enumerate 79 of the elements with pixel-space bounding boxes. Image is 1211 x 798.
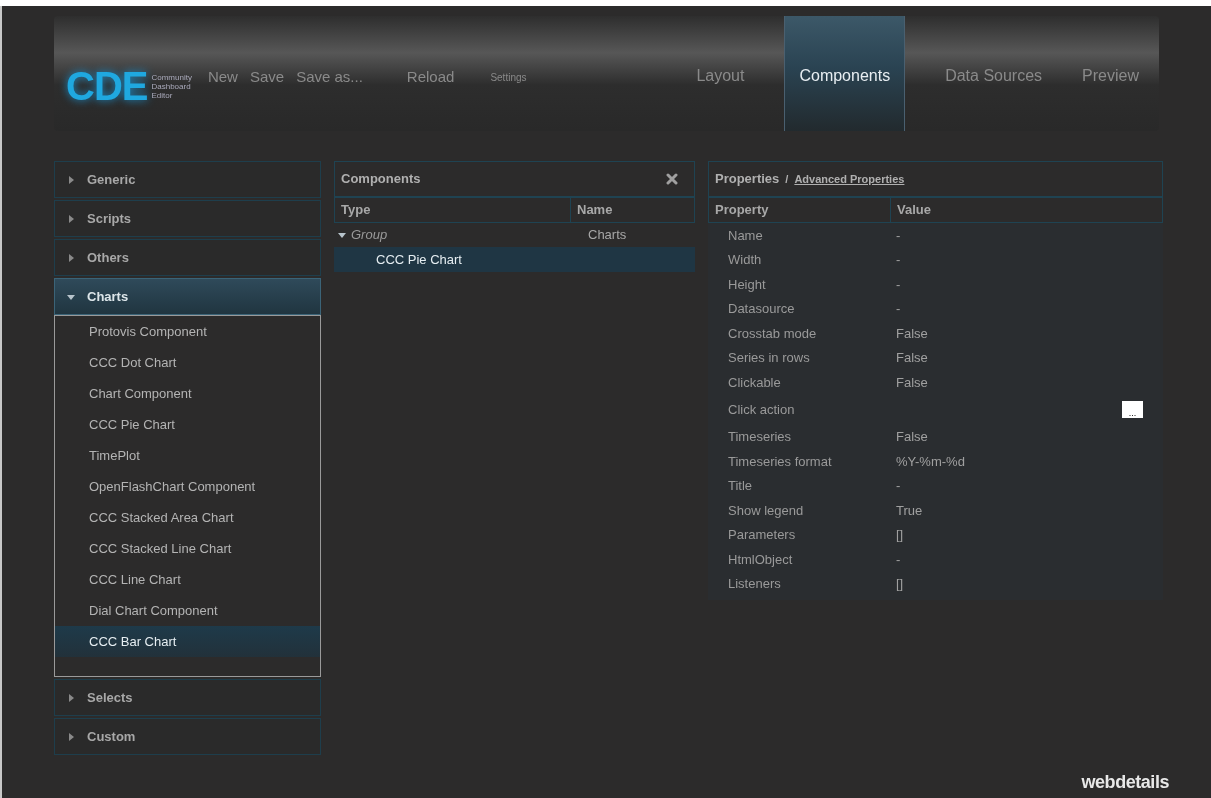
caret-icon [67, 732, 75, 741]
accordion-header[interactable]: Custom [54, 718, 321, 755]
property-name: Datasource [727, 300, 796, 318]
advanced-properties-link[interactable]: Advanced Properties [794, 170, 905, 188]
property-value[interactable]: False [890, 427, 928, 447]
nav-tab[interactable]: Layout [682, 16, 759, 131]
caret-icon [67, 175, 75, 184]
menu-link[interactable]: Reload [406, 66, 455, 89]
column-header: Type [335, 198, 571, 222]
palette-item[interactable]: CCC Dot Chart [55, 347, 320, 378]
property-value[interactable]: - [890, 476, 901, 496]
palette-item[interactable]: TimePlot [55, 440, 320, 471]
nav-tab[interactable]: Data Sources [931, 16, 1057, 131]
menu-link[interactable]: Save as... [296, 66, 363, 89]
property-value[interactable]: - [890, 250, 901, 270]
brand-logo: webdetails [1081, 771, 1169, 794]
palette-item[interactable]: CCC Line Chart [55, 564, 320, 595]
property-name: Series in rows [727, 349, 811, 367]
property-value[interactable]: - [890, 549, 901, 569]
property-name: Name [727, 226, 764, 245]
property-name: Crosstab mode [727, 324, 818, 343]
caret-icon [67, 693, 75, 702]
palette-item[interactable]: Chart Component [55, 378, 320, 409]
property-name: Listeners [727, 575, 782, 593]
property-value[interactable]: False [890, 372, 928, 392]
menu-link[interactable]: Settings [490, 69, 527, 85]
palette-item[interactable]: OpenFlashChart Component [55, 471, 320, 502]
palette-item[interactable]: CCC Bar Chart [55, 626, 320, 657]
accordion-header[interactable]: Generic [54, 161, 321, 198]
property-name: Timeseries [727, 428, 793, 446]
separator: / [785, 171, 789, 187]
property-name: Show legend [727, 501, 805, 520]
accordion-header[interactable]: Others [54, 239, 321, 276]
caret-icon [67, 214, 75, 223]
tree-row[interactable]: Group Charts [334, 223, 695, 247]
property-name: Clickable [727, 373, 782, 392]
property-value[interactable]: - [890, 225, 901, 245]
caret-icon [67, 253, 75, 262]
palette-item[interactable]: Dial Chart Component [55, 595, 320, 626]
caret-icon [67, 292, 75, 301]
tree-type: Group [351, 226, 388, 245]
edit-button[interactable]: ... [1122, 401, 1143, 418]
close-icon[interactable] [666, 173, 678, 185]
property-name: Click action [727, 400, 796, 419]
palette-item[interactable]: CCC Stacked Line Chart [55, 533, 320, 564]
property-value[interactable]: [] [890, 525, 904, 545]
property-value[interactable]: False [890, 323, 928, 343]
property-name: Width [727, 251, 763, 269]
menu-link[interactable]: Save [249, 66, 285, 89]
property-value[interactable]: False [890, 348, 928, 368]
column-header: Value [896, 201, 932, 220]
logo: CDE [66, 66, 148, 106]
logo-caption: Community Dashboard Editor [151, 72, 192, 100]
property-value[interactable]: True [890, 500, 923, 520]
palette-item[interactable]: CCC Stacked Area Chart [55, 502, 320, 533]
property-name: Timeseries format [727, 452, 833, 471]
property-value[interactable]: - [890, 274, 901, 294]
accordion-header[interactable]: Charts [54, 278, 321, 315]
nav-tab[interactable]: Preview [1068, 16, 1153, 131]
column-header: Property [709, 198, 891, 222]
expander-icon [338, 231, 346, 239]
tree-name: Charts [587, 226, 627, 245]
accordion-header[interactable]: Scripts [54, 200, 321, 237]
property-name: Title [727, 477, 754, 495]
palette-item[interactable]: Protovis Component [55, 316, 320, 347]
tree-row[interactable]: CCC Pie Chart [334, 247, 695, 272]
panel-title: Components [341, 170, 421, 189]
accordion-header[interactable]: Selects [54, 679, 321, 716]
property-name: Parameters [727, 526, 797, 544]
palette-item[interactable]: CCC Pie Chart [55, 409, 320, 440]
property-value[interactable]: %Y-%m-%d [890, 451, 965, 471]
panel-title: Properties [715, 170, 780, 189]
property-name: Height [727, 275, 767, 294]
menu-link[interactable]: New [207, 66, 238, 89]
property-value[interactable]: [] [890, 574, 904, 594]
nav-tab[interactable]: Components [784, 16, 906, 131]
column-header: Name [576, 201, 614, 220]
property-name: HtmlObject [727, 550, 794, 569]
property-value[interactable]: - [890, 299, 901, 319]
